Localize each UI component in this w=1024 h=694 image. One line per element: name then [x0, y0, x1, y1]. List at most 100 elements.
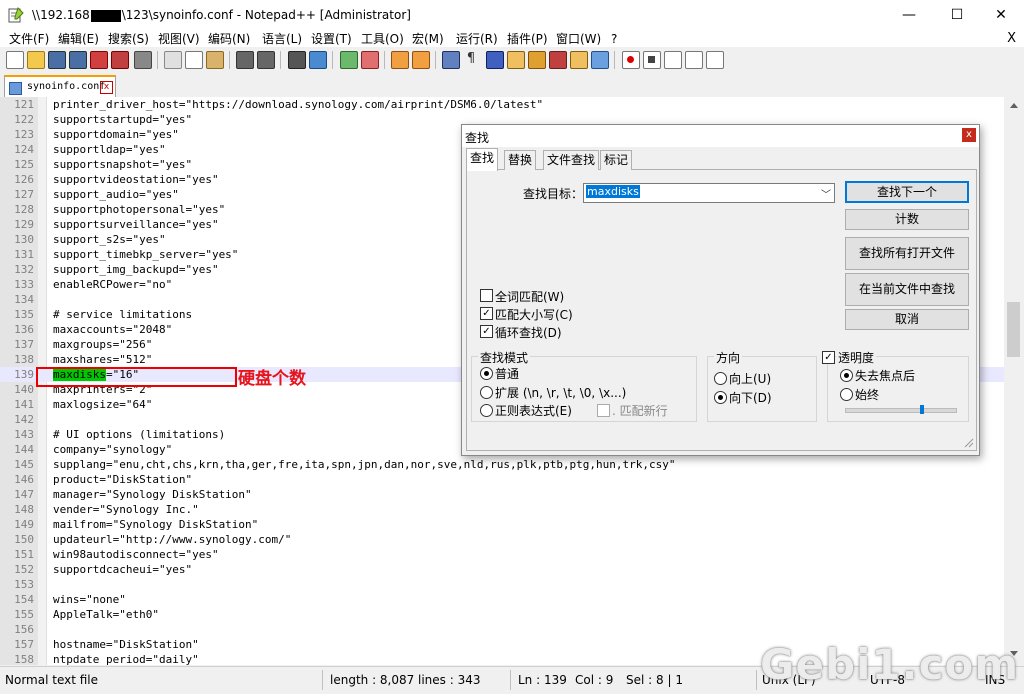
wrap-around-checkbox[interactable]: ✓	[480, 325, 493, 338]
menu-help[interactable]: ?	[611, 31, 617, 47]
undo-icon[interactable]	[236, 51, 254, 69]
code-text: # service limitations	[53, 307, 192, 322]
save-icon[interactable]	[48, 51, 66, 69]
direction-up-radio[interactable]	[714, 372, 727, 385]
code-text-content: supplang="enu,cht,chs,krn,tha,ger,fre,it…	[53, 458, 676, 471]
minimize-button[interactable]: —	[886, 0, 932, 31]
line-number: 158	[14, 653, 34, 665]
close-button[interactable]: ✕	[978, 0, 1024, 31]
always-radio[interactable]	[840, 388, 853, 401]
redo-icon[interactable]	[257, 51, 275, 69]
word-wrap-icon[interactable]	[442, 51, 460, 69]
code-text: supportvideostation="yes"	[53, 172, 219, 187]
sync-horizontal-icon[interactable]	[412, 51, 430, 69]
menu-plugins[interactable]: 插件(P)	[507, 31, 548, 47]
mode-normal-radio[interactable]	[480, 367, 493, 380]
menu-file[interactable]: 文件(F)	[9, 31, 49, 47]
save-macro-icon[interactable]	[706, 51, 724, 69]
menu-language[interactable]: 语言(L)	[262, 31, 302, 47]
paste-icon[interactable]	[206, 51, 224, 69]
function-list-icon[interactable]	[549, 51, 567, 69]
code-text-content: maxaccounts="2048"	[53, 323, 173, 336]
zoom-in-icon[interactable]	[340, 51, 358, 69]
code-text-content: manager="Synology DiskStation"	[53, 488, 252, 501]
find-icon[interactable]	[288, 51, 306, 69]
scroll-up-icon[interactable]	[1010, 103, 1018, 108]
code-text-content: printer_driver_host="https://download.sy…	[53, 98, 544, 111]
code-text: support_audio="yes"	[53, 187, 179, 202]
tab-find[interactable]: 查找	[466, 148, 499, 171]
cancel-button[interactable]: 取消	[845, 309, 969, 330]
monitor-icon[interactable]	[591, 51, 609, 69]
mode-regex-radio[interactable]	[480, 404, 493, 417]
menu-macro[interactable]: 宏(M)	[412, 31, 444, 47]
tab-synoinfo-conf[interactable]: synoinfo.conf x	[4, 75, 116, 99]
mode-extended-radio[interactable]	[480, 386, 493, 399]
vertical-scrollbar[interactable]	[1004, 97, 1024, 665]
find-all-current-button[interactable]: 在当前文件中查找	[845, 273, 969, 306]
zoom-out-icon[interactable]	[361, 51, 379, 69]
transparency-slider[interactable]	[845, 405, 957, 414]
mode-normal-label: 普通	[495, 367, 520, 381]
doc-map-icon[interactable]	[528, 51, 546, 69]
find-all-opened-button[interactable]: 查找所有打开文件	[845, 237, 969, 270]
cut-icon[interactable]	[164, 51, 182, 69]
resize-grip-icon[interactable]	[964, 438, 974, 448]
save-all-icon[interactable]	[69, 51, 87, 69]
print-icon[interactable]	[134, 51, 152, 69]
close-doc-x[interactable]: X	[1007, 31, 1016, 47]
code-text: enableRCPower="no"	[53, 277, 172, 292]
menu-window[interactable]: 窗口(W)	[556, 31, 601, 47]
menu-tools[interactable]: 工具(O)	[361, 31, 404, 47]
find-next-button[interactable]: 查找下一个	[845, 181, 969, 203]
whole-word-checkbox[interactable]	[480, 289, 493, 302]
slider-thumb[interactable]	[920, 405, 924, 414]
code-text-content: win98autodisconnect="yes"	[53, 548, 219, 561]
code-text-content: supportldap="yes"	[53, 143, 166, 156]
record-macro-icon[interactable]	[622, 51, 640, 69]
transparency-checkbox[interactable]: ✓	[822, 351, 835, 364]
close-all-icon[interactable]	[111, 51, 129, 69]
match-case-checkbox[interactable]: ✓	[480, 307, 493, 320]
copy-icon[interactable]	[185, 51, 203, 69]
tab-find-in-files[interactable]: 文件查找	[543, 150, 600, 170]
stop-macro-icon[interactable]	[643, 51, 661, 69]
dialog-title: 查找	[465, 131, 490, 145]
menu-settings[interactable]: 设置(T)	[311, 31, 352, 47]
open-file-icon[interactable]	[27, 51, 45, 69]
udl-icon[interactable]	[507, 51, 525, 69]
find-input[interactable]: maxdisks ﹀	[583, 183, 835, 203]
menu-edit[interactable]: 编辑(E)	[58, 31, 99, 47]
sync-vertical-icon[interactable]	[391, 51, 409, 69]
menu-encoding[interactable]: 编码(N)	[208, 31, 250, 47]
indent-guide-icon[interactable]	[486, 51, 504, 69]
direction-down-radio[interactable]	[714, 391, 727, 404]
line-number: 126	[14, 173, 34, 186]
count-button[interactable]: 计数	[845, 209, 969, 230]
code-text: # UI options (limitations)	[53, 427, 225, 442]
dotall-checkbox[interactable]	[597, 404, 610, 417]
scroll-thumb[interactable]	[1007, 302, 1020, 357]
tab-replace[interactable]: 替换	[504, 150, 537, 170]
on-losing-focus-radio[interactable]	[840, 369, 853, 382]
line-number: 144	[14, 443, 34, 456]
replace-icon[interactable]	[309, 51, 327, 69]
folder-workspace-icon[interactable]	[570, 51, 588, 69]
tab-mark[interactable]: 标记	[600, 150, 633, 170]
play-macro-icon[interactable]	[664, 51, 682, 69]
play-multiple-icon[interactable]	[685, 51, 703, 69]
status-filetype: Normal text file	[5, 673, 99, 687]
show-all-chars-icon[interactable]: ¶	[463, 51, 479, 67]
tab-close-icon[interactable]: x	[100, 81, 113, 94]
dialog-close-icon[interactable]: x	[962, 128, 976, 142]
chevron-down-icon[interactable]: ﹀	[821, 186, 831, 201]
menu-view[interactable]: 视图(V)	[158, 31, 200, 47]
maximize-button[interactable]: ☐	[934, 0, 980, 31]
tab-bar: synoinfo.conf x	[0, 73, 1024, 99]
menu-run[interactable]: 运行(R)	[456, 31, 498, 47]
code-text: mailfrom="Synology DiskStation"	[53, 517, 258, 532]
menu-search[interactable]: 搜索(S)	[108, 31, 149, 47]
close-file-icon[interactable]	[90, 51, 108, 69]
new-file-icon[interactable]	[6, 51, 24, 69]
line-number: 128	[14, 203, 34, 216]
